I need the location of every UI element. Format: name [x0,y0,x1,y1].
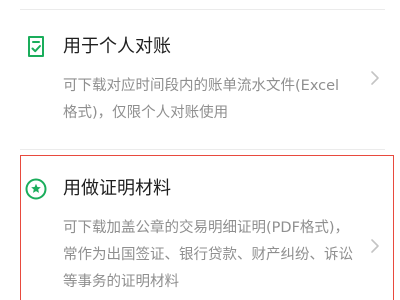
document-check-icon [25,35,47,59]
option-description: 可下载加盖公章的交易明细证明(PDF格式)，常作为出国签证、银行贷款、财产纠纷、… [63,220,353,290]
chevron-right-icon [370,238,380,254]
option-proof-material[interactable]: 用做证明材料 可下载加盖公章的交易明细证明(PDF格式)，常作为出国签证、银行贷… [20,155,394,300]
option-personal-reconciliation[interactable]: 用于个人对账 可下载对应时间段内的账单流水文件(Excel格式)，仅限个人对账使… [0,22,400,142]
option-title: 用做证明材料 [63,178,171,199]
divider [20,9,385,10]
statement-purpose-page: 用于个人对账 可下载对应时间段内的账单流水文件(Excel格式)，仅限个人对账使… [0,0,400,300]
option-title: 用于个人对账 [63,36,171,57]
star-badge-icon [25,177,47,201]
chevron-right-icon [370,70,380,86]
option-description: 可下载对应时间段内的账单流水文件(Excel格式)，仅限个人对账使用 [63,78,340,121]
divider [20,149,385,150]
